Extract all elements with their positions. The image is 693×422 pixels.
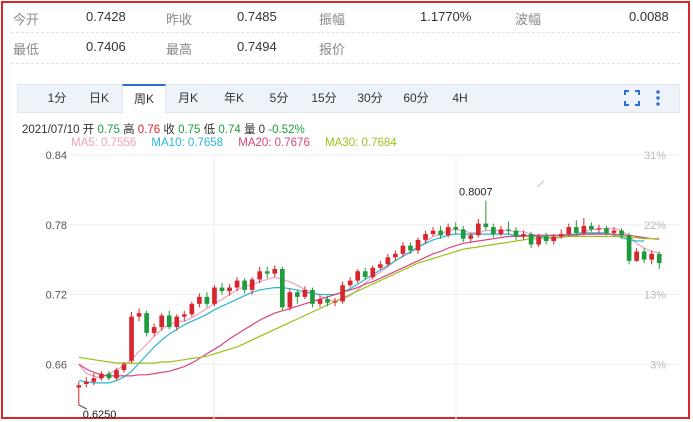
candle-body	[468, 235, 474, 239]
candle-body	[475, 223, 481, 236]
candle-body	[151, 327, 157, 333]
ma-line-ma20	[78, 233, 660, 377]
candle-body	[528, 234, 534, 245]
candle-body	[204, 296, 210, 304]
candle-body	[483, 223, 489, 228]
candle-body	[219, 287, 225, 292]
candle-body	[362, 271, 368, 278]
min-price-label: 0.6250	[83, 409, 117, 421]
pct-tick-label: 22%	[644, 220, 666, 232]
candle-body	[400, 245, 406, 254]
candle-body	[573, 227, 579, 233]
candle-body	[536, 236, 541, 245]
candle-body	[521, 234, 526, 237]
candle-body	[76, 385, 82, 388]
candle-body	[91, 378, 97, 382]
candle-body	[656, 253, 662, 264]
candle-body	[227, 287, 232, 292]
candle-body	[408, 245, 413, 251]
candle-body	[242, 280, 247, 290]
candle-body	[287, 292, 293, 308]
candle-body	[370, 267, 376, 278]
candle-body	[626, 235, 632, 261]
candle-body	[438, 230, 443, 236]
candle-body	[159, 315, 165, 328]
candle-body	[121, 364, 127, 371]
candle-body	[385, 257, 391, 265]
candle-body	[174, 316, 180, 328]
candle-body	[99, 373, 104, 379]
candle-body	[596, 228, 602, 230]
candle-body	[295, 292, 300, 297]
candle-body	[144, 313, 149, 333]
candle-body	[589, 225, 594, 230]
quote-panel: 今开 0.7428 昨收 0.7485 振幅 1.1770% 波幅 0.0088…	[1, 1, 692, 421]
candle-body	[641, 251, 647, 260]
candle-body	[558, 234, 564, 237]
candle-body	[325, 299, 330, 303]
candle-body	[340, 285, 345, 302]
candle-body	[257, 271, 263, 280]
y-tick-label: 0.66	[46, 359, 67, 371]
candle-body	[347, 280, 353, 286]
candle-body	[181, 314, 187, 317]
ma-line-ma5	[78, 227, 660, 379]
candle-body	[317, 299, 323, 304]
pct-tick-label: 31%	[644, 150, 666, 162]
max-price-pointer	[537, 180, 545, 188]
candle-body	[430, 230, 436, 235]
candle-body	[234, 280, 240, 288]
candle-body	[332, 301, 338, 303]
chart-grid	[69, 154, 681, 421]
candle-body	[355, 271, 361, 281]
candle-body	[377, 264, 383, 268]
candle-body	[581, 225, 587, 233]
candle-body	[551, 236, 557, 242]
candle-body	[212, 287, 217, 304]
ma-line-ma10	[78, 232, 645, 384]
candle-body	[566, 227, 572, 235]
candle-body	[619, 230, 624, 236]
candle-body	[543, 236, 549, 242]
candle-body	[393, 253, 398, 258]
candle-body	[604, 228, 609, 233]
y-tick-label: 0.78	[46, 220, 67, 232]
pct-tick-label: 13%	[644, 290, 666, 302]
candles	[76, 200, 662, 405]
y-tick-label: 0.72	[46, 290, 67, 302]
candle-body	[649, 253, 655, 260]
candle-body	[423, 234, 428, 240]
candle-body	[129, 316, 134, 361]
moving-average-lines	[78, 227, 660, 384]
candle-body	[279, 268, 285, 308]
candle-body	[513, 230, 519, 237]
candle-body	[506, 229, 511, 231]
max-price-label: 0.8007	[459, 187, 493, 199]
candle-body	[460, 229, 466, 239]
candle-body	[106, 373, 112, 379]
candle-body	[249, 279, 255, 290]
candle-body	[197, 296, 202, 304]
candle-body	[445, 227, 451, 236]
ma-line-ma30	[78, 235, 660, 364]
candle-body	[114, 370, 119, 379]
candle-body	[83, 381, 89, 385]
candlestick-chart[interactable]: 0.84 31% 0.78 22% 0.72 13% 0.66 3% 0.8007 0.6250	[3, 3, 692, 421]
candle-body	[498, 229, 504, 235]
candle-body	[272, 268, 278, 274]
y-tick-label: 0.84	[46, 150, 67, 162]
candle-body	[611, 230, 617, 233]
candle-body	[310, 289, 315, 304]
candle-body	[415, 239, 421, 251]
candle-body	[491, 227, 496, 235]
candle-body	[166, 315, 172, 328]
candle-body	[302, 289, 308, 297]
candle-body	[264, 271, 270, 274]
pct-tick-label: 3%	[650, 359, 666, 371]
candle-body	[453, 227, 459, 230]
candle-body	[634, 251, 639, 261]
candle-body	[136, 313, 142, 317]
candle-body	[189, 303, 195, 315]
